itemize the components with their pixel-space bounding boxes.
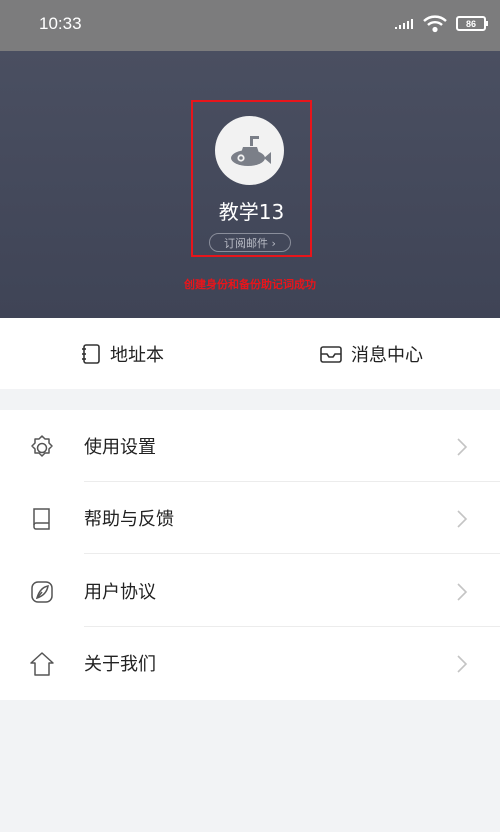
menu-item-help-feedback[interactable]: 帮助与反馈 [0, 482, 500, 554]
menu-item-about-us[interactable]: 关于我们 [0, 627, 500, 699]
address-book-icon [82, 343, 100, 364]
chevron-right-icon [457, 510, 468, 528]
avatar[interactable] [215, 116, 284, 185]
chevron-right-icon [457, 438, 468, 456]
chevron-right-icon [457, 655, 468, 673]
menu-item-label: 使用设置 [84, 437, 156, 458]
annotation-text: 创建身份和备份助记词成功 [184, 278, 316, 291]
address-book-button[interactable]: 地址本 [80, 318, 164, 389]
wifi-icon [423, 15, 447, 33]
signal-icon [395, 19, 413, 29]
battery-level: 86 [465, 18, 476, 29]
profile-name: 教学13 [218, 200, 285, 224]
menu-item-label: 帮助与反馈 [84, 509, 174, 530]
message-center-button[interactable]: 消息中心 [319, 318, 423, 389]
status-bar: 10:33 86 [0, 0, 500, 51]
menu-item-settings[interactable]: 使用设置 [0, 410, 500, 482]
submarine-icon [230, 135, 271, 166]
gear-icon [31, 435, 53, 457]
chevron-right-icon [457, 583, 468, 601]
status-time: 10:33 [39, 14, 82, 33]
book-icon [33, 508, 50, 530]
message-center-label: 消息中心 [351, 344, 423, 366]
menu-item-user-agreement[interactable]: 用户协议 [0, 555, 500, 627]
menu-item-label: 用户协议 [84, 582, 156, 603]
address-book-label: 地址本 [110, 344, 164, 366]
menu-item-label: 关于我们 [84, 654, 156, 675]
inbox-icon [320, 345, 342, 363]
battery-icon: 86 [456, 16, 488, 31]
subscribe-email-button[interactable]: 订阅邮件 › [209, 233, 291, 252]
settings-menu: 使用设置 帮助与反馈 用户协议 关于我们 [0, 410, 500, 700]
house-icon [30, 652, 54, 676]
divider [84, 553, 500, 554]
feather-icon [31, 581, 53, 603]
quick-actions: 地址本 消息中心 [0, 318, 500, 389]
